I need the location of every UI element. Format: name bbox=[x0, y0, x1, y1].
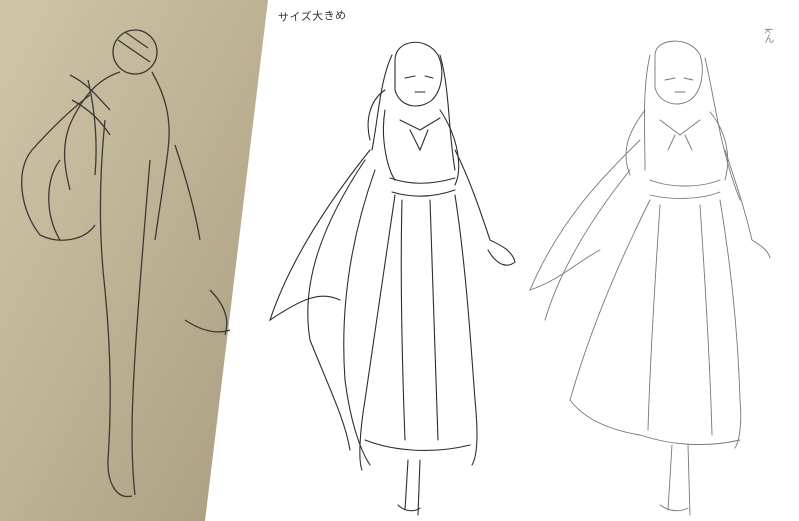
clean-head bbox=[654, 40, 703, 105]
clean-blouse bbox=[625, 109, 729, 181]
clean-skirt-right bbox=[719, 199, 742, 449]
sketch-canvas: サイズ大きめ kん bbox=[0, 0, 799, 521]
clean-feet bbox=[659, 444, 691, 516]
size-note: サイズ大きめ bbox=[277, 8, 347, 25]
clean-arm bbox=[724, 149, 771, 259]
clean-skirt-left bbox=[569, 199, 651, 436]
light-cleanup-sketch bbox=[529, 40, 771, 516]
clean-waist bbox=[649, 179, 721, 199]
side-note: kん bbox=[762, 28, 773, 44]
clean-hair-left bbox=[529, 139, 641, 291]
